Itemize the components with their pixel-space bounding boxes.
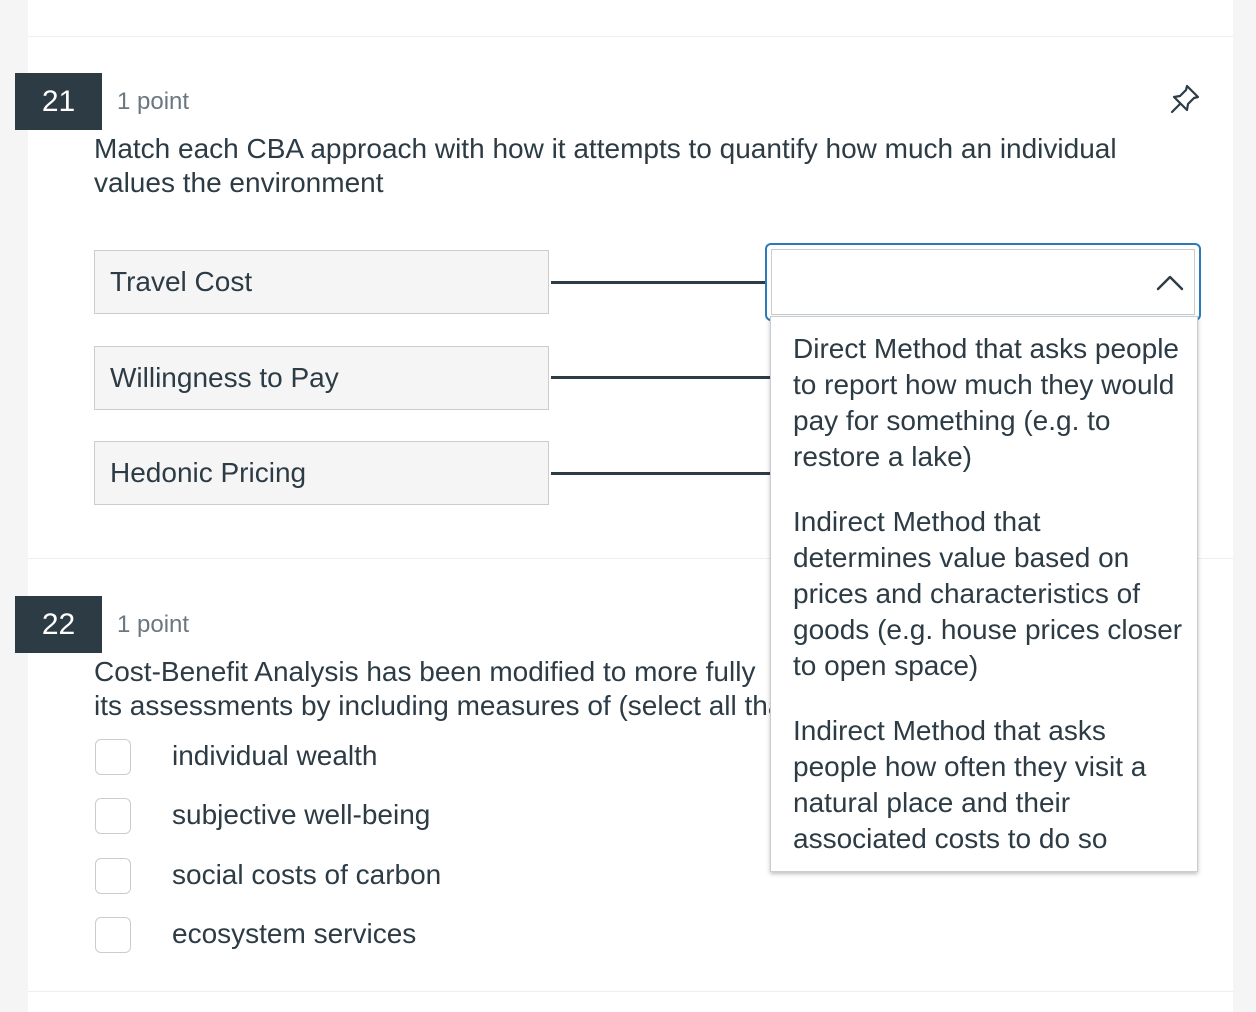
- match-select-travel-cost[interactable]: [765, 243, 1201, 321]
- pin-icon[interactable]: [1166, 80, 1204, 118]
- question-text-line-1: Cost-Benefit Analysis has been modified …: [94, 656, 756, 687]
- dropdown-option-indirect-hedonic[interactable]: Indirect Method that determines value ba…: [793, 504, 1183, 684]
- match-item-willingness-to-pay: Willingness to Pay: [94, 346, 549, 410]
- divider: [28, 36, 1233, 37]
- choice-label[interactable]: social costs of carbon: [172, 859, 441, 891]
- dropdown-option-direct-method[interactable]: Direct Method that asks people to report…: [793, 331, 1183, 475]
- match-connector: [551, 281, 770, 284]
- checkbox-individual-wealth[interactable]: [95, 739, 131, 775]
- question-text: Match each CBA approach with how it atte…: [94, 133, 1117, 198]
- select-value[interactable]: [771, 249, 1195, 315]
- checkbox-social-costs-of-carbon[interactable]: [95, 858, 131, 894]
- chevron-up-icon[interactable]: [1155, 273, 1185, 293]
- dropdown-option-indirect-travel[interactable]: Indirect Method that asks people how oft…: [793, 713, 1183, 857]
- question-text-line-2: its assessments by including measures of…: [94, 690, 770, 721]
- divider: [28, 991, 1233, 992]
- match-item-travel-cost: Travel Cost: [94, 250, 549, 314]
- match-connector: [551, 472, 770, 475]
- choice-label[interactable]: individual wealth: [172, 740, 377, 772]
- match-connector: [551, 376, 770, 379]
- question-number-21: 21: [15, 73, 102, 130]
- question-points: 1 point: [117, 88, 190, 115]
- match-item-hedonic-pricing: Hedonic Pricing: [94, 441, 549, 505]
- checkbox-subjective-well-being[interactable]: [95, 798, 131, 834]
- question-number-22: 22: [15, 596, 102, 653]
- choice-label[interactable]: subjective well-being: [172, 799, 430, 831]
- question-points: 1 point: [117, 611, 190, 638]
- checkbox-ecosystem-services[interactable]: [95, 917, 131, 953]
- dropdown-listbox: Direct Method that asks people to report…: [770, 316, 1198, 872]
- choice-label[interactable]: ecosystem services: [172, 918, 416, 950]
